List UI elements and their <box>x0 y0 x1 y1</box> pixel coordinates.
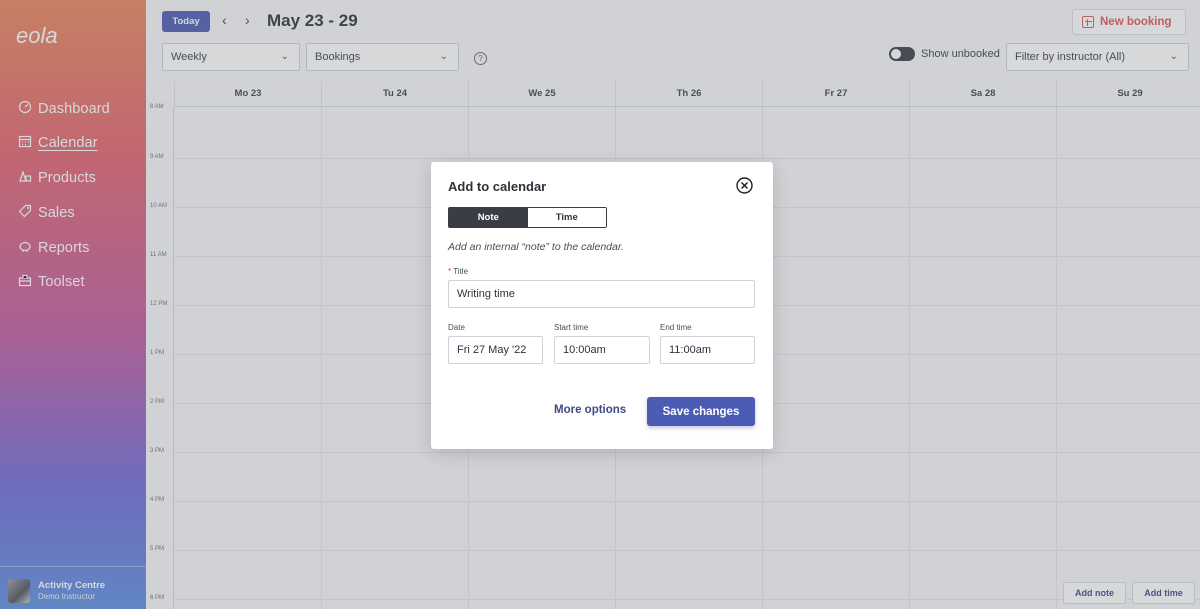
title-input[interactable]: Writing time <box>448 280 755 308</box>
title-field-label: * Title <box>448 267 469 276</box>
date-input[interactable]: Fri 27 May '22 <box>448 336 543 364</box>
tab-time[interactable]: Time <box>527 208 606 227</box>
start-time-label: Start time <box>554 323 589 332</box>
end-time-input[interactable]: 11:00am <box>660 336 755 364</box>
start-time-input[interactable]: 10:00am <box>554 336 650 364</box>
close-icon[interactable] <box>736 177 753 194</box>
more-options-link[interactable]: More options <box>554 404 626 416</box>
add-to-calendar-dialog: Add to calendar Note Time Add an interna… <box>431 162 773 449</box>
note-time-toggle: Note Time <box>448 207 607 228</box>
dialog-title: Add to calendar <box>448 179 547 194</box>
end-time-label: End time <box>660 323 692 332</box>
tab-note[interactable]: Note <box>449 208 528 227</box>
save-changes-button[interactable]: Save changes <box>647 397 755 426</box>
date-field-label: Date <box>448 323 465 332</box>
dialog-hint: Add an internal “note” to the calendar. <box>448 241 624 253</box>
